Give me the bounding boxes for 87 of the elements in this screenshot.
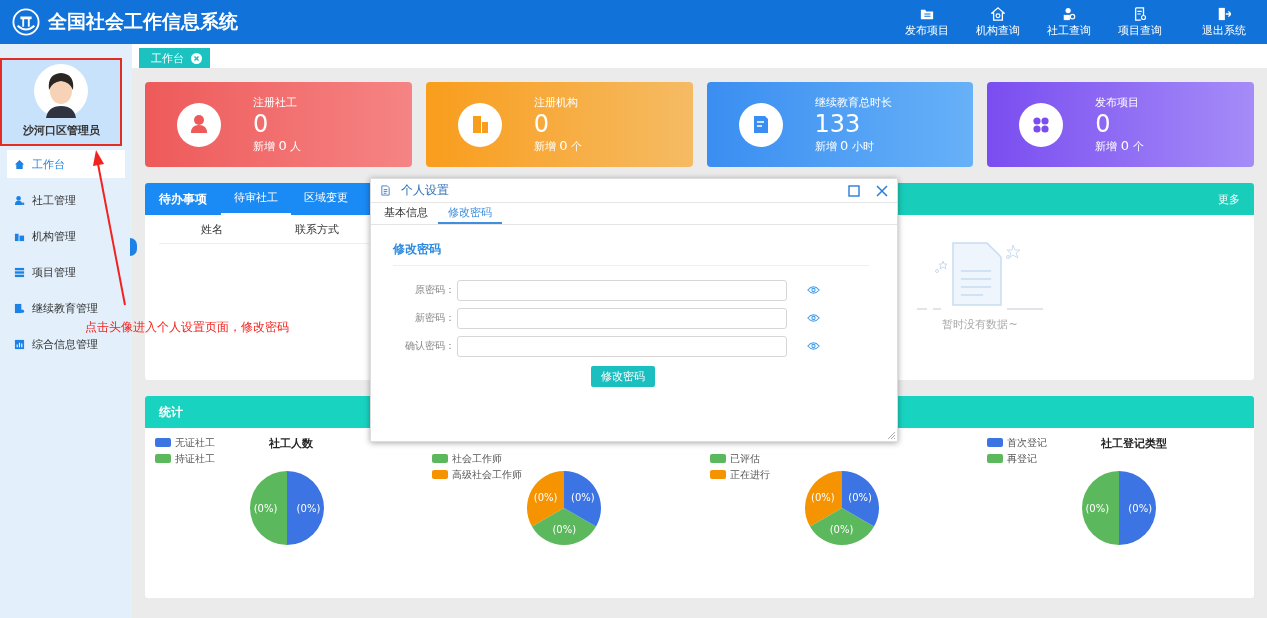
bar-chart-icon <box>14 338 25 350</box>
sidebar-item[interactable]: 机构管理 <box>7 222 125 250</box>
card-value: 0 <box>253 110 270 138</box>
panel-title: 统计 <box>158 403 184 421</box>
slice-label: (0%) <box>253 502 278 514</box>
toolbar-button[interactable]: 发布项目 <box>891 6 962 38</box>
sidebar-item[interactable]: 项目管理 <box>7 258 125 286</box>
app-title: 全国社会工作信息系统 <box>48 9 238 34</box>
card-value: 0 <box>533 110 551 138</box>
person-icon <box>14 194 25 206</box>
legend-label: 再登记 <box>1006 452 1037 465</box>
maximize-icon[interactable] <box>848 184 860 197</box>
house-search-icon <box>990 6 1005 21</box>
field-label: 原密码： <box>414 283 455 297</box>
card-label: 发布项目 <box>1095 95 1141 110</box>
document-icon <box>380 185 391 196</box>
column-header: 姓名 <box>199 221 224 237</box>
person-search-icon <box>1061 6 1076 21</box>
dialog-tab[interactable]: 基本信息 <box>374 203 438 224</box>
dialog-tab[interactable]: 修改密码 <box>438 203 502 224</box>
collapse-handle[interactable] <box>130 238 137 256</box>
eye-icon[interactable] <box>807 313 820 323</box>
sidebar-item[interactable]: 继续教育管理 <box>7 294 125 322</box>
todo-tab[interactable]: 待审社工 <box>221 183 291 215</box>
slice-label: (0%) <box>552 523 577 535</box>
avatar-icon[interactable] <box>34 64 88 118</box>
toolbar-button[interactable]: 项目查询 <box>1104 6 1175 38</box>
close-icon[interactable] <box>876 184 888 197</box>
slice-label: (0%) <box>296 502 321 514</box>
user-card[interactable]: 沙河口区管理员 <box>0 58 122 146</box>
person-icon <box>177 102 221 147</box>
document-icon <box>738 102 783 147</box>
panel-title: 待办事项 <box>158 190 208 208</box>
empty-message: 暂时没有数据~ <box>942 317 1018 332</box>
card-subtext: 新增 0 人 <box>253 138 302 154</box>
password-field[interactable] <box>457 279 787 301</box>
card-subtext: 新增 0 个 <box>533 138 583 154</box>
legend-label: 首次登记 <box>1006 436 1047 449</box>
slice-label: (0%) <box>811 491 835 503</box>
field-label: 新密码： <box>414 311 455 325</box>
list-icon <box>14 266 25 278</box>
legend-label: 社会工作师 <box>452 452 503 465</box>
exit-icon <box>1216 6 1231 21</box>
close-icon[interactable] <box>191 52 202 64</box>
legend-label: 无证社工 <box>175 436 215 449</box>
eye-icon[interactable] <box>807 285 820 295</box>
section-title: 修改密码 <box>393 241 869 266</box>
document-search-icon <box>1132 6 1147 21</box>
legend-label: 高级社会工作师 <box>452 468 523 481</box>
card-subtext: 新增 0 个 <box>1095 138 1144 154</box>
slice-label: (0%) <box>829 523 854 535</box>
sidebar-item[interactable]: 工作台 <box>7 150 125 178</box>
annotation-text: 点击头像进入个人设置页面，修改密码 <box>85 319 289 336</box>
card-subtext: 新增 0 小时 <box>814 138 875 154</box>
dialog-title: 个人设置 <box>401 182 450 199</box>
card-label: 注册社工 <box>253 95 298 110</box>
slice-label: (0%) <box>571 491 595 503</box>
home-icon <box>14 158 25 170</box>
resize-grip-icon[interactable] <box>887 431 895 439</box>
logo-icon <box>12 8 40 36</box>
slice-label: (0%) <box>1128 502 1153 514</box>
legend-label: 持证社工 <box>175 452 215 465</box>
legend-label: 已评估 <box>729 452 760 465</box>
password-field[interactable] <box>457 335 787 357</box>
card-value: 133 <box>814 110 862 138</box>
column-header: 联系方式 <box>293 221 340 237</box>
password-field[interactable] <box>457 307 787 329</box>
card-value: 0 <box>1095 110 1112 138</box>
sidebar-item[interactable]: 社工管理 <box>7 186 125 214</box>
field-label: 确认密码： <box>404 339 455 353</box>
slice-label: (0%) <box>848 491 872 503</box>
user-name: 沙河口区管理员 <box>22 123 100 138</box>
chart-title: 社工登记类型 <box>1100 436 1167 451</box>
card-label: 注册机构 <box>533 95 579 110</box>
toolbar-button[interactable]: 机构查询 <box>962 6 1033 38</box>
slice-label: (0%) <box>1085 502 1110 514</box>
todo-tab[interactable]: 区域变更 <box>291 183 361 215</box>
card-label: 继续教育总时长 <box>814 95 892 110</box>
chart-title: 社工人数 <box>269 436 313 451</box>
legend-label: 正在进行 <box>729 468 770 481</box>
building-icon <box>457 102 502 147</box>
grid-icon <box>1019 102 1064 147</box>
slice-label: (0%) <box>533 491 558 503</box>
document-icon <box>14 302 25 314</box>
eye-icon[interactable] <box>807 341 820 351</box>
toolbar-button[interactable]: 退出系统 <box>1188 6 1259 38</box>
toolbar-button[interactable]: 社工查询 <box>1033 6 1104 38</box>
